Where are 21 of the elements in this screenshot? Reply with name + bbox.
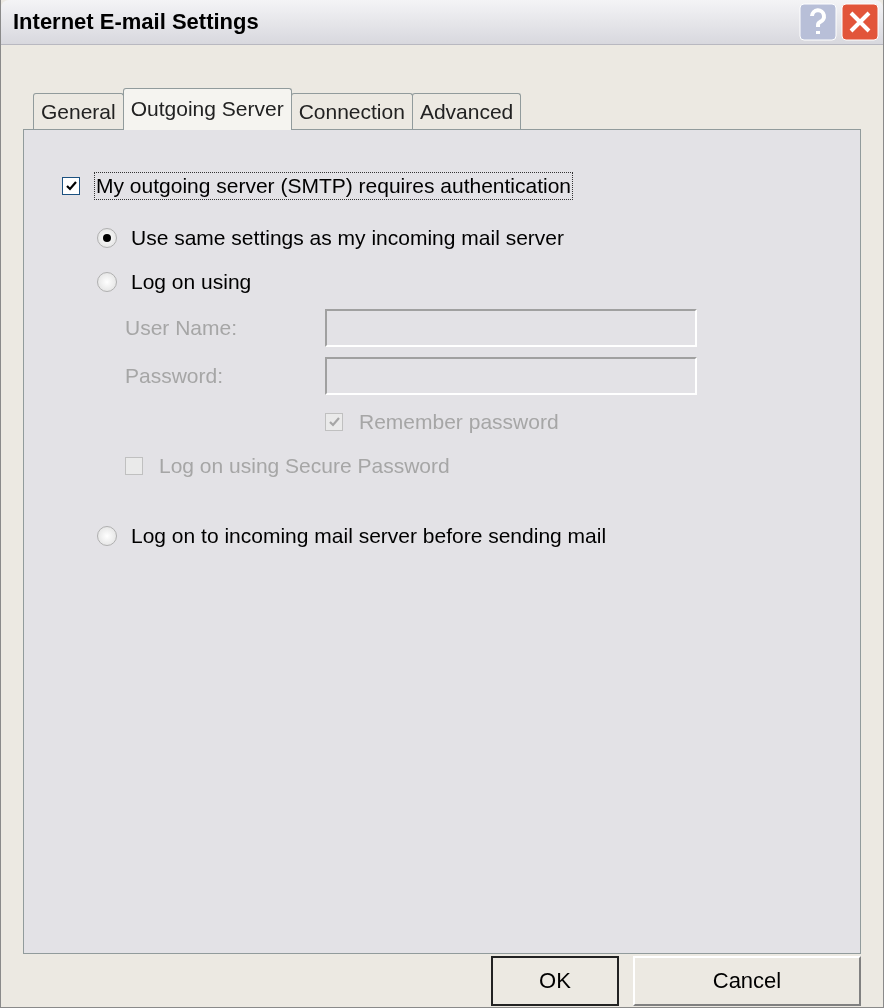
- help-icon[interactable]: [799, 3, 837, 41]
- field-label: Password:: [125, 364, 225, 388]
- checkbox[interactable]: [62, 177, 80, 195]
- tab[interactable]: Advanced: [411, 93, 522, 129]
- checkbox-label: Log on using Secure Password: [159, 454, 450, 478]
- tab[interactable]: General: [33, 93, 124, 129]
- checkbox-label: Remember password: [359, 410, 559, 434]
- radio-button[interactable]: [97, 526, 117, 546]
- radio-button[interactable]: [97, 228, 117, 248]
- cancel-button[interactable]: Cancel: [633, 955, 861, 1006]
- radio-label: Log on to incoming mail server before sending mail: [131, 524, 607, 548]
- checkbox-label: My outgoing server (SMTP) requires authentication: [96, 174, 572, 198]
- tab[interactable]: Outgoing Server: [122, 88, 292, 130]
- radio-label: Use same settings as my incoming mail server: [131, 226, 564, 250]
- ok-button[interactable]: OK: [491, 955, 619, 1006]
- window-title: Internet E-mail Settings: [13, 9, 260, 35]
- close-icon[interactable]: [841, 3, 879, 41]
- check-icon: [64, 179, 78, 193]
- radio-button[interactable]: [97, 272, 117, 292]
- radio-label: Log on using: [131, 270, 252, 294]
- field-label: User Name:: [125, 316, 239, 340]
